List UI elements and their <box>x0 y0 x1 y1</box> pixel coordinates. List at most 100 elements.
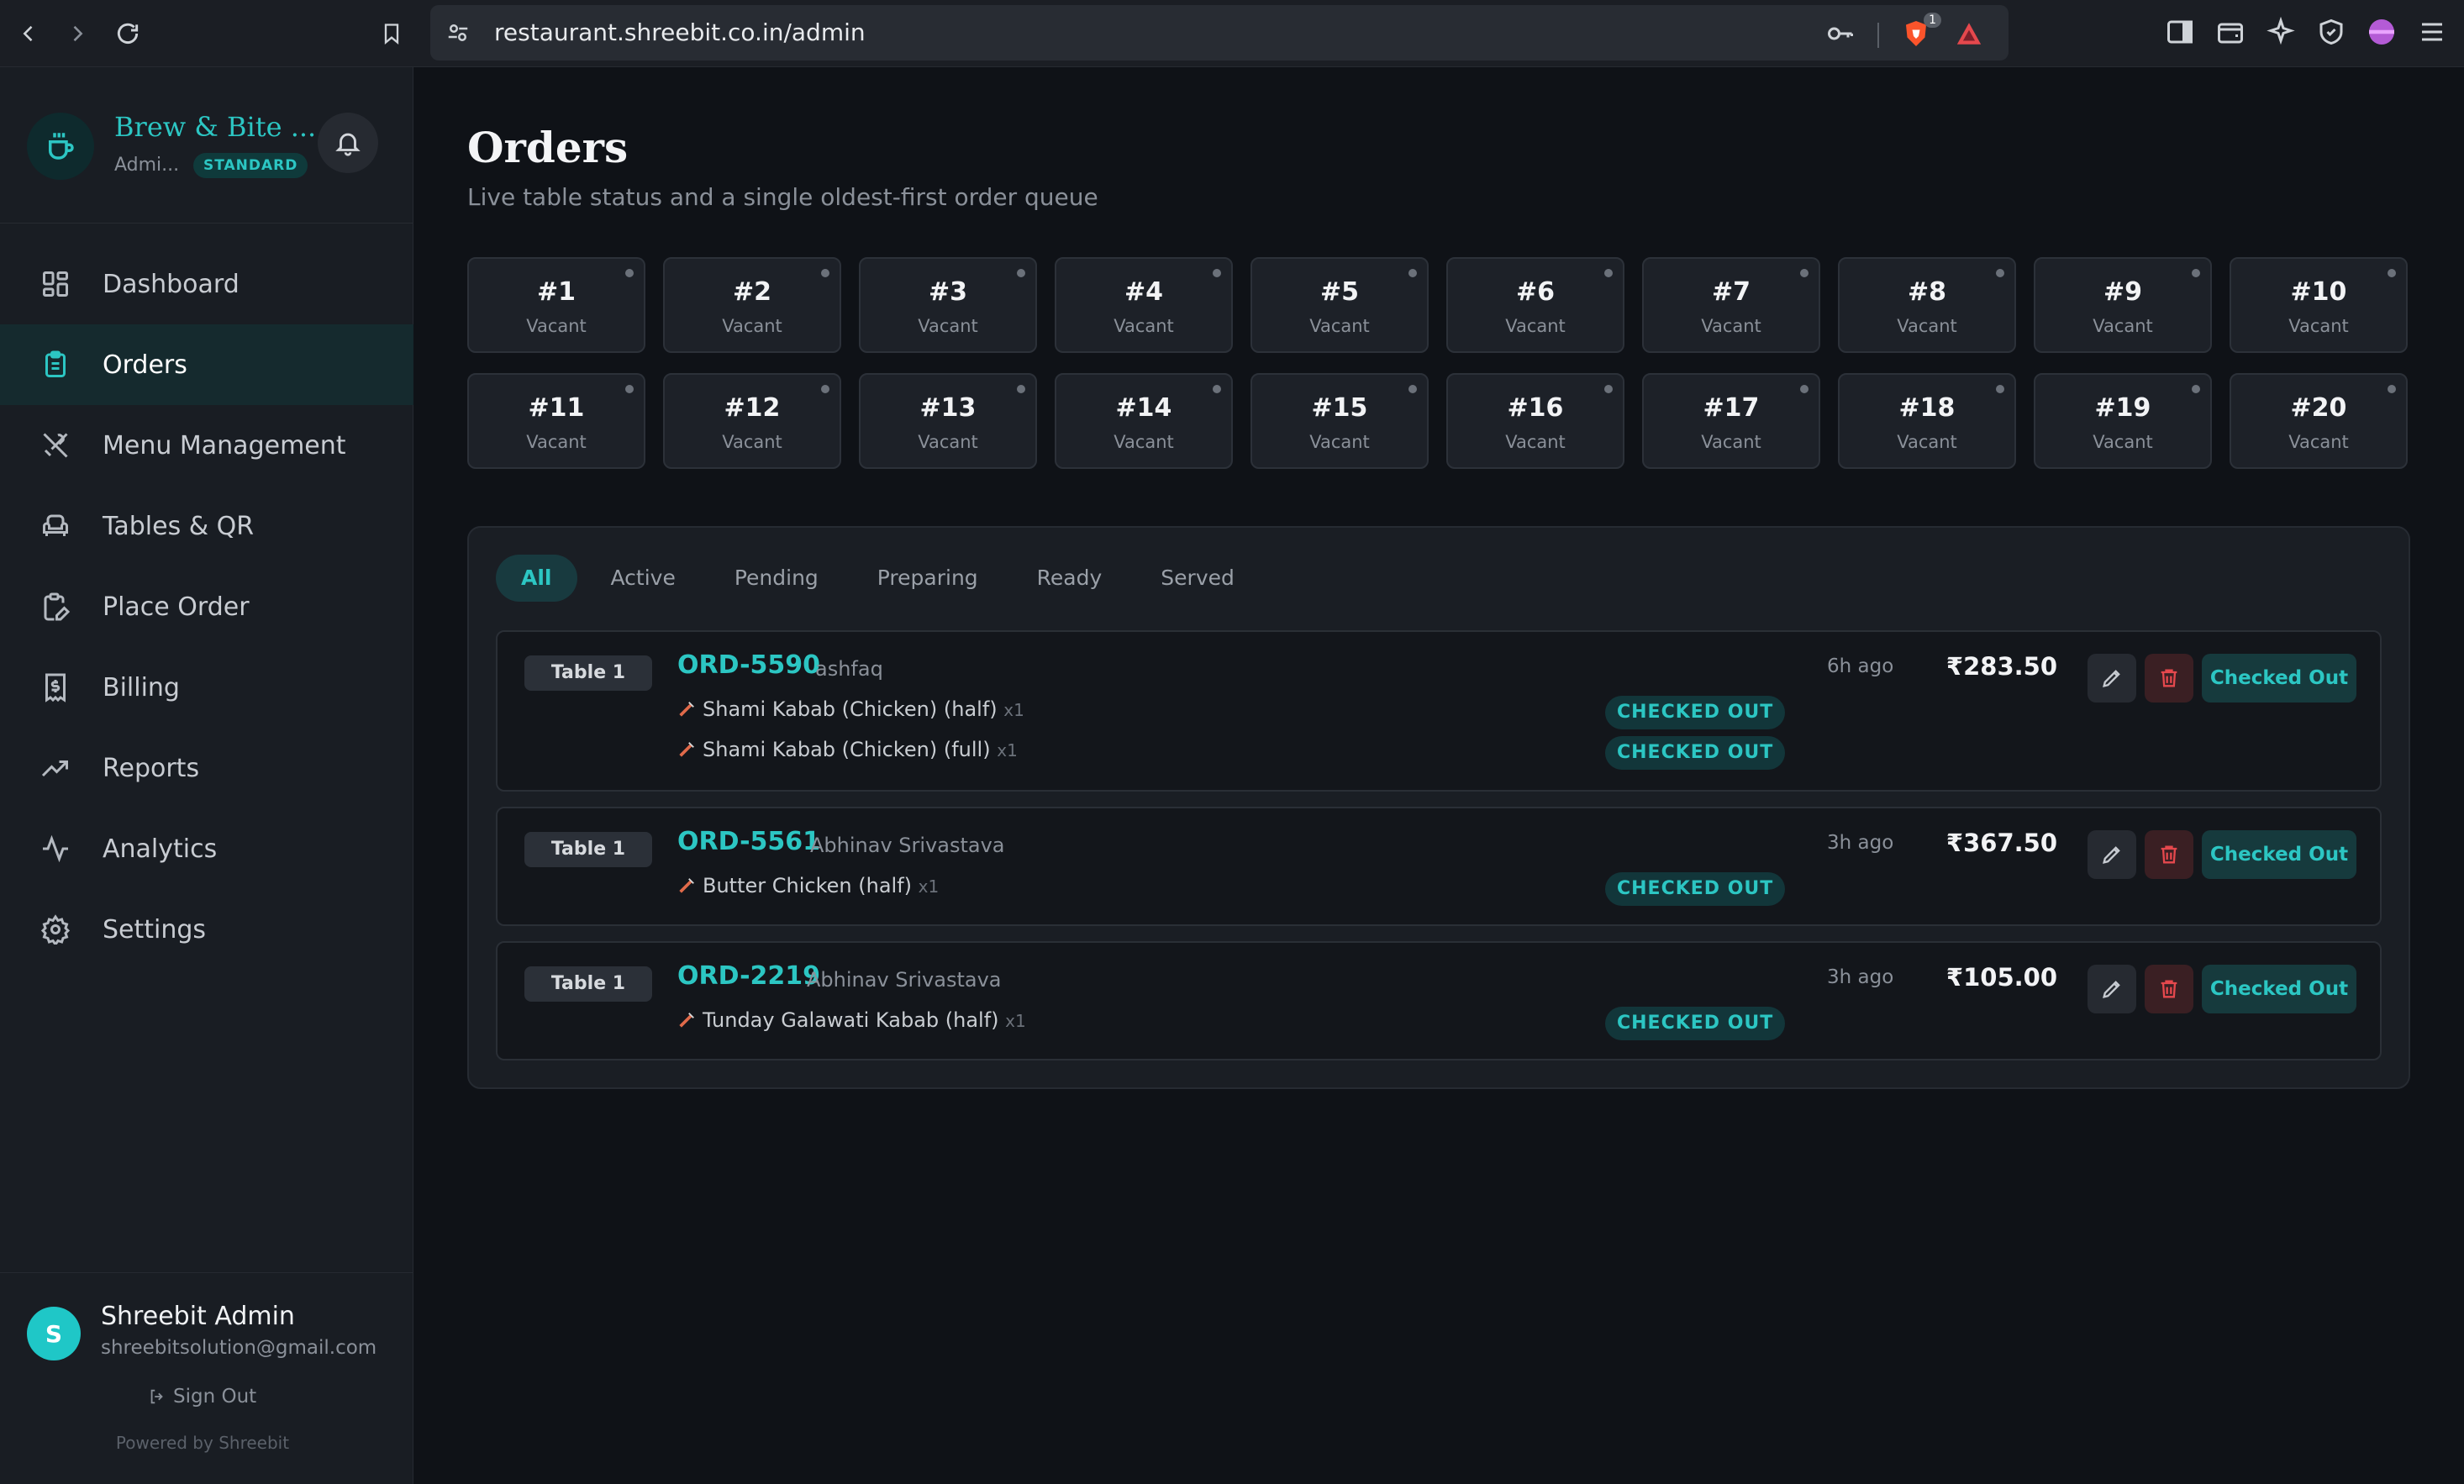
sidebar-item-settings[interactable]: Settings <box>0 889 413 970</box>
shields-count: 1 <box>1924 13 1941 28</box>
order-status-button[interactable]: Checked Out <box>2202 654 2356 703</box>
order-card[interactable]: Table 1 ORD-5561 Abhinav Srivastava Butt… <box>496 807 2382 926</box>
site-settings-icon[interactable] <box>445 20 471 49</box>
filter-ready[interactable]: Ready <box>1012 555 1128 602</box>
sidebar-item-place-order[interactable]: Place Order <box>0 566 413 647</box>
table-card[interactable]: #4 Vacant <box>1055 257 1233 353</box>
table-badge: Table 1 <box>524 655 652 691</box>
status-dot <box>821 385 829 393</box>
food-icon <box>679 742 694 757</box>
back-button[interactable] <box>10 15 47 52</box>
table-card[interactable]: #10 Vacant <box>2230 257 2408 353</box>
edit-order-button[interactable] <box>2088 965 2136 1013</box>
table-card[interactable]: #7 Vacant <box>1642 257 1820 353</box>
order-status-button[interactable]: Checked Out <box>2202 830 2356 879</box>
table-number: #13 <box>919 393 977 423</box>
table-card[interactable]: #13 Vacant <box>859 373 1037 469</box>
edit-order-button[interactable] <box>2088 654 2136 703</box>
table-status: Vacant <box>1701 432 1761 452</box>
table-card[interactable]: #5 Vacant <box>1250 257 1429 353</box>
status-dot <box>1213 269 1221 277</box>
sidebar-item-reports[interactable]: Reports <box>0 728 413 808</box>
table-card[interactable]: #1 Vacant <box>467 257 645 353</box>
key-icon[interactable] <box>1825 18 1856 52</box>
order-card[interactable]: Table 1 ORD-5590 ashfaq Shami Kabab (Chi… <box>496 630 2382 792</box>
order-item: Tunday Galawati Kabab (half) x1 <box>677 1008 1026 1032</box>
table-card[interactable]: #20 Vacant <box>2230 373 2408 469</box>
menu-icon[interactable] <box>2417 17 2447 50</box>
sidebar-item-menu-management[interactable]: Menu Management <box>0 405 413 486</box>
order-id[interactable]: ORD-5590 <box>677 650 820 680</box>
notifications-button[interactable] <box>318 113 378 173</box>
table-status: Vacant <box>1897 316 1957 336</box>
brave-shields-icon[interactable]: 1 <box>1901 13 1941 53</box>
order-card[interactable]: Table 1 ORD-2219 Abhinav Srivastava Tund… <box>496 941 2382 1060</box>
table-card[interactable]: #2 Vacant <box>663 257 841 353</box>
table-status: Vacant <box>2093 432 2153 452</box>
avatar[interactable]: S <box>27 1307 81 1360</box>
order-amount: ₹105.00 <box>1945 963 2057 992</box>
table-card[interactable]: #9 Vacant <box>2034 257 2212 353</box>
status-dot <box>2192 269 2200 277</box>
profile-icon[interactable] <box>2367 17 2397 50</box>
forward-button[interactable] <box>59 15 96 52</box>
table-card[interactable]: #11 Vacant <box>467 373 645 469</box>
status-dot <box>1604 385 1613 393</box>
bookmark-button[interactable] <box>373 15 410 52</box>
sidebar-item-tables-qr[interactable]: Tables & QR <box>0 486 413 566</box>
sign-out-button[interactable]: Sign Out <box>148 1386 256 1408</box>
status-dot <box>821 269 829 277</box>
trash-icon <box>2161 669 2177 687</box>
restaurant-name: Brew & Bite ... <box>114 111 317 143</box>
table-card[interactable]: #15 Vacant <box>1250 373 1429 469</box>
filter-served[interactable]: Served <box>1135 555 1260 602</box>
wallet-icon[interactable] <box>2215 17 2246 50</box>
order-id[interactable]: ORD-5561 <box>677 827 820 856</box>
table-card[interactable]: #19 Vacant <box>2034 373 2212 469</box>
table-card[interactable]: #17 Vacant <box>1642 373 1820 469</box>
table-card[interactable]: #14 Vacant <box>1055 373 1233 469</box>
sidebar-item-dashboard[interactable]: Dashboard <box>0 244 413 324</box>
delete-order-button[interactable] <box>2145 654 2193 703</box>
table-card[interactable]: #16 Vacant <box>1446 373 1624 469</box>
table-card[interactable]: #18 Vacant <box>1838 373 2016 469</box>
filter-active[interactable]: Active <box>586 555 701 602</box>
status-dot <box>1213 385 1221 393</box>
sidebar-item-orders[interactable]: Orders <box>0 324 413 405</box>
sidebar-item-billing[interactable]: Billing <box>0 647 413 728</box>
chevron-left-icon <box>23 25 33 42</box>
table-card[interactable]: #8 Vacant <box>1838 257 2016 353</box>
table-number: #15 <box>1311 393 1368 423</box>
status-dot <box>2388 269 2396 277</box>
table-number: #2 <box>732 277 771 307</box>
reload-icon <box>117 23 139 44</box>
filter-pending[interactable]: Pending <box>709 555 844 602</box>
edit-order-button[interactable] <box>2088 830 2136 879</box>
table-status: Vacant <box>1309 316 1370 336</box>
order-id[interactable]: ORD-2219 <box>677 961 820 991</box>
address-bar[interactable]: restaurant.shreebit.co.in/admin 1 <box>430 5 2009 61</box>
vpn-shield-icon[interactable] <box>2316 17 2346 50</box>
delete-order-button[interactable] <box>2145 830 2193 879</box>
delete-order-button[interactable] <box>2145 965 2193 1013</box>
gear-icon <box>39 913 72 946</box>
item-qty: x1 <box>1003 700 1024 720</box>
table-card[interactable]: #3 Vacant <box>859 257 1037 353</box>
url-text[interactable]: restaurant.shreebit.co.in/admin <box>494 5 866 61</box>
brave-rewards-icon[interactable] <box>1953 19 1985 51</box>
sidebar-item-analytics[interactable]: Analytics <box>0 808 413 889</box>
sidebar-toggle-icon[interactable] <box>2165 17 2195 50</box>
order-status-button[interactable]: Checked Out <box>2202 965 2356 1013</box>
table-card[interactable]: #6 Vacant <box>1446 257 1624 353</box>
filter-preparing[interactable]: Preparing <box>852 555 1003 602</box>
user-name: Shreebit Admin <box>101 1302 295 1331</box>
leo-ai-icon[interactable] <box>2266 16 2296 50</box>
order-amount: ₹367.50 <box>1945 829 2057 857</box>
trash-icon <box>2161 980 2177 998</box>
clipboard-pen-icon <box>39 590 72 624</box>
filter-all[interactable]: All <box>496 555 577 602</box>
reload-button[interactable] <box>109 15 146 52</box>
table-card[interactable]: #12 Vacant <box>663 373 841 469</box>
food-icon <box>679 878 694 893</box>
table-number: #16 <box>1507 393 1564 423</box>
